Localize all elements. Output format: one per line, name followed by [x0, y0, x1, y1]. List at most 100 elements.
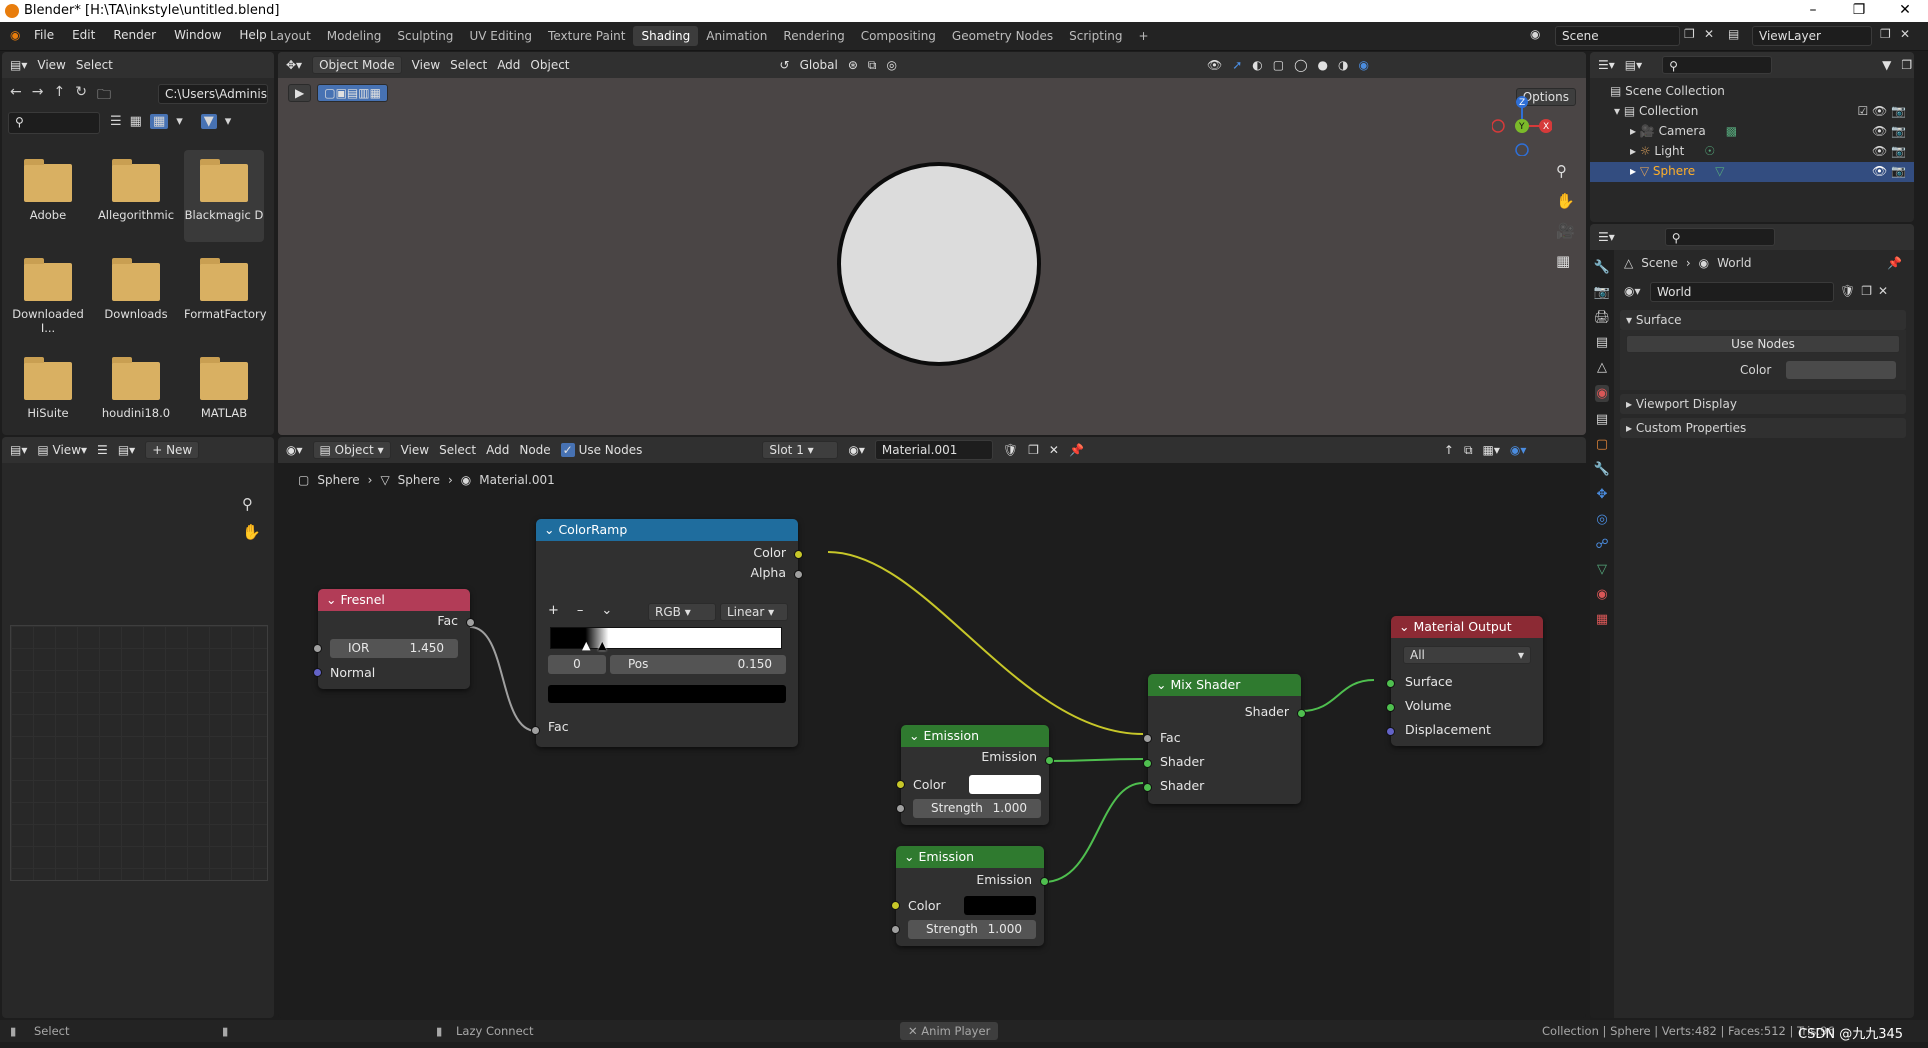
view-layer-icon[interactable]: ▤: [1728, 27, 1739, 41]
new-image-button[interactable]: + New: [145, 441, 200, 459]
ior-input-socket[interactable]: [313, 644, 322, 653]
fresnel-node[interactable]: ⌄ Fresnel Fac IOR 1.450 Normal: [313, 589, 475, 689]
emission1-strength-socket[interactable]: [896, 804, 905, 813]
viewport-editor-type-icon[interactable]: ✥▾: [286, 58, 302, 72]
zoom-icon[interactable]: ⚲: [1556, 162, 1575, 180]
custom-properties-panel-header[interactable]: ▸ Custom Properties: [1620, 418, 1906, 438]
folder-item[interactable]: Downloaded I...: [8, 249, 88, 335]
emission1-color-swatch[interactable]: [969, 775, 1041, 794]
surface-panel-header[interactable]: ▾ Surface: [1620, 310, 1906, 330]
display-list-icon[interactable]: ☰: [110, 114, 122, 129]
tab-modeling[interactable]: Modeling: [319, 26, 390, 46]
physics-tab-icon[interactable]: ◎: [1596, 512, 1607, 527]
minimize-button[interactable]: –: [1790, 0, 1836, 22]
colorramp-alpha-socket[interactable]: [794, 570, 803, 579]
outliner-item-camera[interactable]: ▸ 🎥 Camera ▩ 👁 📷: [1630, 124, 1906, 138]
unlink-icon[interactable]: ✕: [1878, 284, 1888, 298]
emission-node-2[interactable]: ⌄ Emission Emission Color Strength 1.000: [891, 846, 1049, 946]
image-zoom-icon[interactable]: ⚲: [242, 495, 261, 513]
vp-menu-view[interactable]: View: [412, 58, 440, 72]
tab-sculpting[interactable]: Sculpting: [389, 26, 461, 46]
emission2-strength-slider[interactable]: Strength 1.000: [908, 920, 1036, 939]
outliner-item-light[interactable]: ▸ ☼ Light ☉ 👁 📷: [1630, 144, 1906, 158]
menu-window[interactable]: Window: [174, 28, 221, 42]
collection-row[interactable]: ▾ ▤ Collection ☑ 👁 📷: [1614, 104, 1906, 118]
texture-tab-icon[interactable]: ▦: [1596, 612, 1608, 627]
pan-hand-icon[interactable]: ✋: [1556, 192, 1575, 210]
emission2-color-swatch[interactable]: [964, 896, 1036, 915]
mix-fac-socket[interactable]: [1143, 734, 1152, 743]
select-box-mode-icon[interactable]: ▢▣▤▥▦: [317, 84, 388, 102]
back-icon[interactable]: ←: [10, 84, 22, 108]
tool-select-icon[interactable]: ▶: [288, 84, 312, 102]
new-collection-icon[interactable]: ❐: [1901, 58, 1912, 72]
tab-uv-editing[interactable]: UV Editing: [461, 26, 540, 46]
snap-icon[interactable]: ⧉: [868, 58, 877, 73]
vp-menu-add[interactable]: Add: [497, 58, 520, 72]
properties-search-input[interactable]: ⚲: [1664, 228, 1775, 246]
uv-grid-canvas[interactable]: [10, 625, 268, 881]
fb-menu-select[interactable]: Select: [76, 58, 113, 72]
duplicate-icon[interactable]: ❐: [1861, 284, 1872, 298]
properties-editor-type-icon[interactable]: ☰▾: [1598, 230, 1615, 244]
emission2-strength-socket[interactable]: [891, 925, 900, 934]
ramp-stop-handle-active[interactable]: ▲: [598, 639, 606, 652]
interpolation-dropdown[interactable]: Linear ▾: [720, 603, 788, 621]
colorramp-fac-socket[interactable]: [531, 726, 540, 735]
tool-tab-icon[interactable]: 🔧: [1594, 260, 1610, 275]
stop-color-swatch[interactable]: [548, 685, 786, 703]
display-thumbs-icon[interactable]: ▦: [149, 114, 169, 129]
sphere-object[interactable]: [837, 162, 1041, 366]
tab-compositing[interactable]: Compositing: [853, 26, 944, 46]
overlay-icon[interactable]: ◐: [1252, 58, 1262, 72]
folder-item[interactable]: Allegorithmic: [96, 150, 176, 222]
viewport-display-panel-header[interactable]: ▸ Viewport Display: [1620, 394, 1906, 414]
light-visibility-icons[interactable]: 👁 📷: [1872, 144, 1906, 158]
add-stop-button[interactable]: +: [548, 603, 559, 618]
restore-button[interactable]: ❐: [1836, 0, 1882, 22]
viewport-canvas[interactable]: ▶ ▢▣▤▥▦ Options Z X Y ⚲ ✋ 🎥 ▦: [278, 78, 1586, 435]
forward-icon[interactable]: →: [32, 84, 44, 108]
emission2-output-socket[interactable]: [1040, 877, 1049, 886]
folder-item[interactable]: Blackmagic D: [184, 150, 264, 242]
emission-node-1[interactable]: ⌄ Emission Emission Color Strength 1.000: [896, 725, 1054, 825]
emission1-color-socket[interactable]: [896, 780, 905, 789]
solid-shading-icon[interactable]: ●: [1318, 58, 1328, 72]
remove-stop-button[interactable]: –: [577, 603, 584, 618]
menu-file[interactable]: File: [34, 28, 54, 42]
mix-shader-node[interactable]: ⌄ Mix Shader Shader Fac Shader Shader: [1143, 674, 1306, 804]
scene-tab-icon[interactable]: △: [1597, 360, 1607, 375]
refresh-icon[interactable]: ↻: [75, 84, 87, 108]
scene-field[interactable]: Scene: [1555, 26, 1680, 46]
normal-input-socket[interactable]: [313, 668, 322, 677]
output-target-dropdown[interactable]: All ▾: [1403, 646, 1531, 664]
tab-animation[interactable]: Animation: [698, 26, 775, 46]
view-layer-tab-icon[interactable]: ▤: [1596, 335, 1608, 350]
data-tab-icon[interactable]: ▽: [1597, 562, 1607, 577]
proportional-edit-icon[interactable]: ◎: [887, 58, 897, 72]
gizmo-toggle-icon[interactable]: ➚: [1232, 58, 1242, 72]
rendered-shading-icon[interactable]: ◉: [1359, 58, 1369, 72]
filter-search-input[interactable]: ⚲: [8, 112, 100, 134]
folder-item[interactable]: FormatFactory: [184, 249, 267, 321]
browse-image-icon[interactable]: ▤▾: [118, 443, 135, 457]
use-nodes-button[interactable]: Use Nodes: [1626, 335, 1900, 353]
display-mode-icon[interactable]: ▤▾: [1625, 58, 1642, 72]
tab-layout[interactable]: Layout: [262, 26, 319, 46]
fb-menu-view[interactable]: View: [37, 58, 65, 72]
modifier-tab-icon[interactable]: 🔧: [1594, 462, 1610, 477]
folder-item[interactable]: HiSuite: [8, 348, 88, 420]
ior-slider[interactable]: IOR 1.450: [330, 639, 458, 658]
collection-visibility-icons[interactable]: ☑ 👁 📷: [1857, 104, 1906, 118]
mix-shader-output-socket[interactable]: [1297, 709, 1306, 718]
axis-gizmo-icon[interactable]: Z X Y: [1491, 96, 1553, 157]
particles-tab-icon[interactable]: ✥: [1597, 487, 1608, 502]
world-color-swatch[interactable]: [1786, 361, 1896, 379]
pivot-icon[interactable]: ⊛: [848, 58, 858, 72]
object-mode-dropdown[interactable]: Object Mode: [312, 56, 402, 74]
emission1-strength-slider[interactable]: Strength 1.000: [913, 799, 1041, 818]
world-name-field[interactable]: World: [1650, 282, 1834, 302]
tab-rendering[interactable]: Rendering: [775, 26, 852, 46]
render-tab-icon[interactable]: 📷: [1594, 285, 1610, 300]
world-tab-icon[interactable]: ◉: [1595, 385, 1609, 402]
